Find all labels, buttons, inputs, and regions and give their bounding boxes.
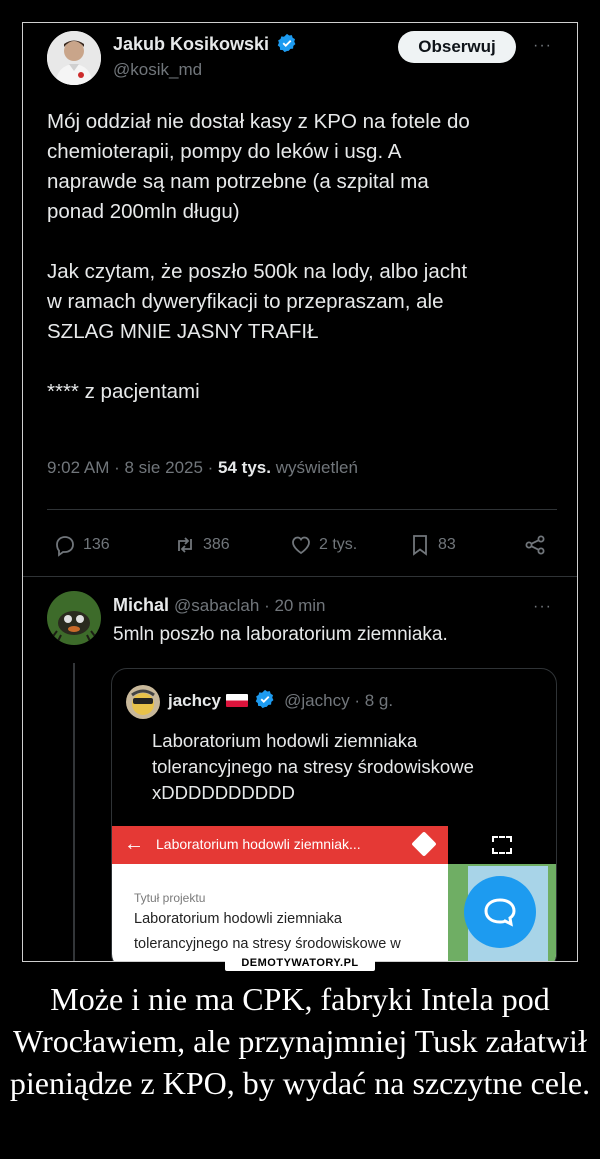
chat-bubble-icon (464, 876, 536, 948)
bookmark-button[interactable]: 83 (408, 533, 456, 557)
share-icon (525, 535, 545, 555)
quote-avatar-image (126, 685, 160, 719)
screenshot-field-label: Tytuł projektu (134, 891, 206, 905)
verified-badge-icon (277, 33, 295, 53)
reply-time[interactable]: · 20 min (259, 596, 325, 615)
like-count: 2 tys. (319, 536, 358, 553)
poland-flag-icon (225, 694, 248, 707)
reply-author-name[interactable]: Michal (113, 595, 169, 615)
repost-button[interactable]: 386 (173, 533, 230, 557)
reply-button[interactable]: 136 (53, 533, 110, 557)
author-avatar-image (47, 31, 101, 85)
author-handle[interactable]: @kosik_md (113, 60, 202, 80)
like-button[interactable]: 2 tys. (289, 533, 357, 557)
quote-text: Laboratorium hodowli ziemniaka tolerancy… (152, 730, 474, 803)
repost-count: 386 (203, 536, 230, 553)
tweet-meta: 9:02 AM · 8 sie 2025 · 54 tys. wyświetle… (47, 458, 358, 478)
bookmark-count: 83 (438, 536, 456, 553)
screenshot-field-value-line2: tolerancyjnego na stresy środowiskowe w (134, 936, 401, 952)
author-name[interactable]: Jakub Kosikowski (113, 34, 269, 54)
reply-text: 5mln poszło na laboratorium ziemniaka. (113, 624, 448, 645)
screenshot-header-title: Laboratorium hodowli ziemniak... (156, 836, 361, 852)
quote-author-name: jachcy (168, 691, 221, 710)
screenshot-header: ← Laboratorium hodowli ziemniak... (112, 826, 448, 864)
map-thumbnail (448, 826, 556, 961)
tweet-timestamp[interactable]: 9:02 AM · 8 sie 2025 · (47, 458, 218, 477)
reply-avatar[interactable] (47, 591, 101, 645)
tweet-screenshot: Jakub Kosikowski @kosik_md Obserwuj ··· … (22, 22, 578, 962)
directions-icon (411, 831, 437, 857)
quote-image[interactable]: ← Laboratorium hodowli ziemniak... Tytuł… (112, 826, 556, 961)
quote-avatar (126, 685, 160, 719)
tweet-text: Mój oddział nie dostał kasy z KPO na fot… (47, 110, 470, 403)
more-options-icon[interactable]: ··· (533, 37, 552, 55)
watermark: DEMOTYWATORY.PL (225, 955, 375, 971)
quote-verified-badge-icon (256, 689, 274, 709)
thread-line (73, 663, 75, 961)
quote-time: · 8 g. (349, 691, 394, 710)
divider (23, 576, 577, 577)
divider (47, 509, 557, 510)
share-button[interactable] (523, 533, 547, 557)
reply-icon (56, 536, 74, 557)
fullscreen-icon (492, 836, 512, 854)
bookmark-icon (413, 535, 427, 556)
heart-icon (292, 536, 310, 555)
reply-avatar-image (47, 591, 101, 645)
repost-icon (178, 537, 192, 553)
reply-author-handle[interactable]: @sabaclah (174, 596, 259, 615)
views-count: 54 tys. (218, 458, 271, 477)
back-arrow-icon: ← (124, 833, 144, 855)
reply-more-options-icon[interactable]: ··· (533, 598, 552, 616)
follow-button[interactable]: Obserwuj (398, 31, 516, 63)
author-avatar[interactable] (47, 31, 101, 85)
views-label: wyświetleń (270, 458, 358, 477)
screenshot-field-value-line1: Laboratorium hodowli ziemniaka (134, 911, 342, 927)
quote-author-handle: @jachcy (284, 691, 350, 710)
meme-caption: Może i nie ma CPK, fabryki Intela pod Wr… (9, 981, 591, 1101)
quoted-tweet[interactable]: jachcy @jachcy · 8 g. Laboratorium hodow… (111, 668, 557, 961)
reply-count: 136 (83, 536, 110, 553)
